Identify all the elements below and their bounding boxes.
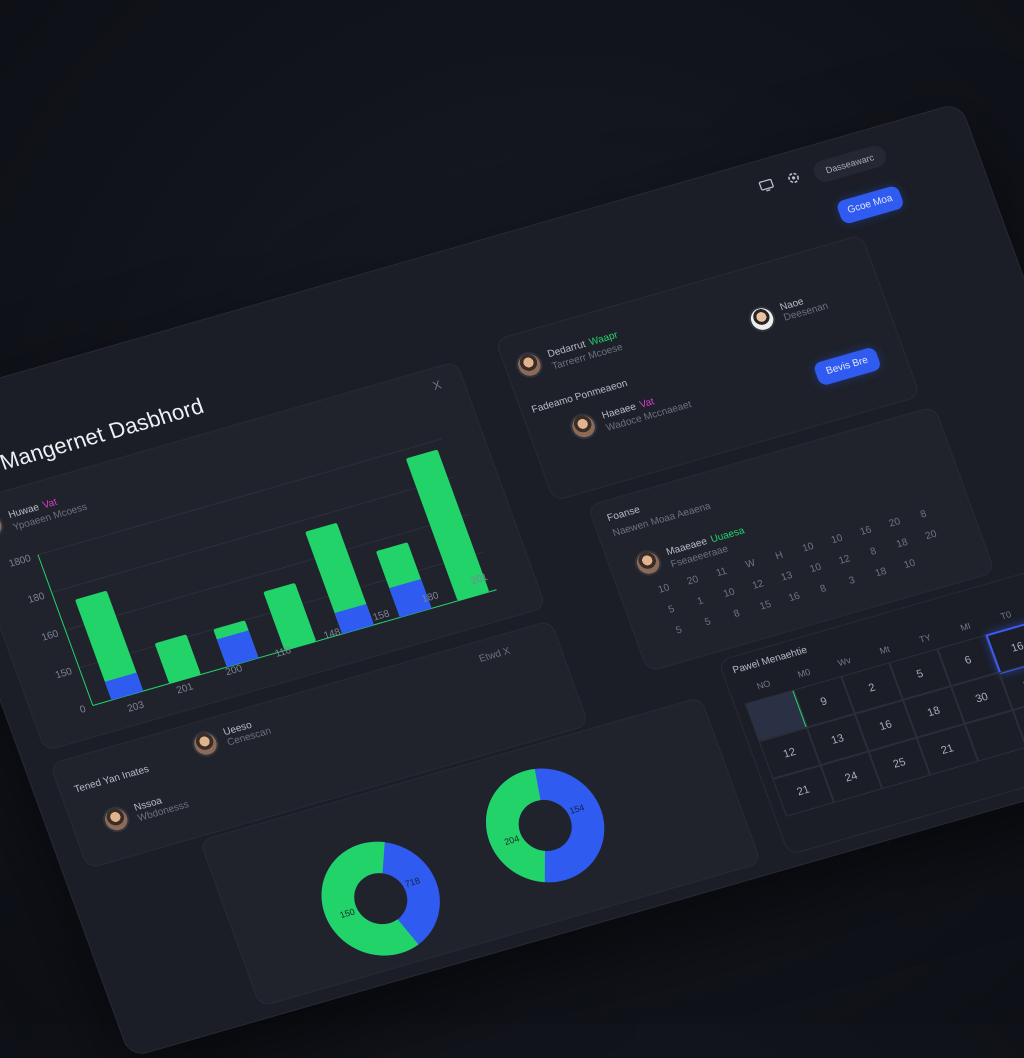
x-tick-label: 201 (175, 681, 195, 696)
avatar (630, 546, 665, 579)
mini-calendar-day[interactable]: 3 (838, 572, 867, 590)
list-item[interactable]: Dedarrut Waapr Tarreerr Mcoese (512, 325, 624, 382)
avatar (745, 303, 780, 335)
list-item[interactable]: Ueeso Cenescan (188, 713, 274, 760)
mini-calendar-day[interactable]: 18 (867, 564, 896, 582)
mini-calendar-day[interactable]: 12 (744, 576, 773, 594)
mini-calendar-day[interactable]: 5 (665, 622, 694, 640)
mini-calendar-day[interactable]: 20 (678, 572, 707, 590)
mini-calendar-day[interactable]: 11 (707, 564, 736, 582)
dashboard-stage: Task Mangernet Dasbhord Dasseawarc Gcoe … (0, 102, 1024, 1058)
mini-calendar-day[interactable]: 8 (722, 605, 751, 623)
y-axis (37, 554, 94, 706)
secondary-button[interactable]: Bevis Bre (812, 346, 883, 387)
mini-calendar-day[interactable]: 10 (715, 584, 744, 602)
y-tick-label: 1800 (8, 553, 34, 570)
y-tick-label: 150 (54, 666, 74, 681)
y-tick-label: 180 (27, 591, 47, 606)
close-icon[interactable]: X (431, 378, 444, 393)
mini-calendar-day[interactable]: 10 (823, 531, 852, 549)
mini-calendar-day[interactable]: 15 (751, 597, 780, 615)
avatar (99, 803, 134, 836)
mini-calendar-day[interactable]: 10 (794, 539, 823, 557)
y-tick-label: 0 (78, 704, 88, 716)
mini-calendar-day[interactable]: 1 (686, 593, 715, 611)
calendar-day-header: T0 (999, 609, 1013, 622)
avatar (188, 728, 223, 760)
mini-calendar-day[interactable]: 10 (801, 560, 830, 578)
avatar (566, 410, 601, 442)
mini-calendar-day[interactable]: H (765, 547, 794, 565)
mini-calendar-day[interactable]: 16 (851, 522, 880, 540)
mini-calendar-day[interactable]: W (736, 555, 765, 573)
x-tick-label: 158 (371, 608, 391, 623)
list-item[interactable]: Naoe Deesenan (745, 288, 830, 335)
mini-calendar-day[interactable]: 8 (859, 543, 888, 561)
task-list-title: Tened Yan Inates (72, 763, 151, 796)
mini-calendar-day[interactable]: 18 (888, 535, 917, 553)
bar-green (263, 583, 316, 651)
x-tick-label: 148 (322, 627, 342, 642)
mini-calendar-day[interactable]: 13 (773, 568, 802, 586)
mini-calendar-day[interactable]: 8 (809, 580, 838, 598)
mini-calendar-day[interactable]: 8 (909, 506, 938, 524)
task-list-close[interactable]: Etwd X (478, 646, 512, 665)
mini-calendar-day[interactable]: 20 (917, 527, 946, 545)
list-item[interactable]: Nssoa Wbdonesss (99, 787, 191, 836)
mini-calendar-day[interactable]: 12 (830, 551, 859, 569)
y-tick-label: 160 (40, 628, 60, 643)
mini-calendar-day[interactable]: 16 (780, 589, 809, 607)
x-tick-label: 203 (126, 700, 146, 715)
mini-calendar-day[interactable]: 5 (694, 613, 723, 631)
avatar (512, 348, 547, 381)
bar-green (155, 634, 201, 684)
mini-calendar-day[interactable]: 10 (650, 580, 679, 598)
mini-calendar-day[interactable]: 5 (657, 601, 686, 619)
mini-calendar-day[interactable]: 20 (880, 514, 909, 532)
mini-calendar-day[interactable]: 10 (895, 556, 924, 574)
